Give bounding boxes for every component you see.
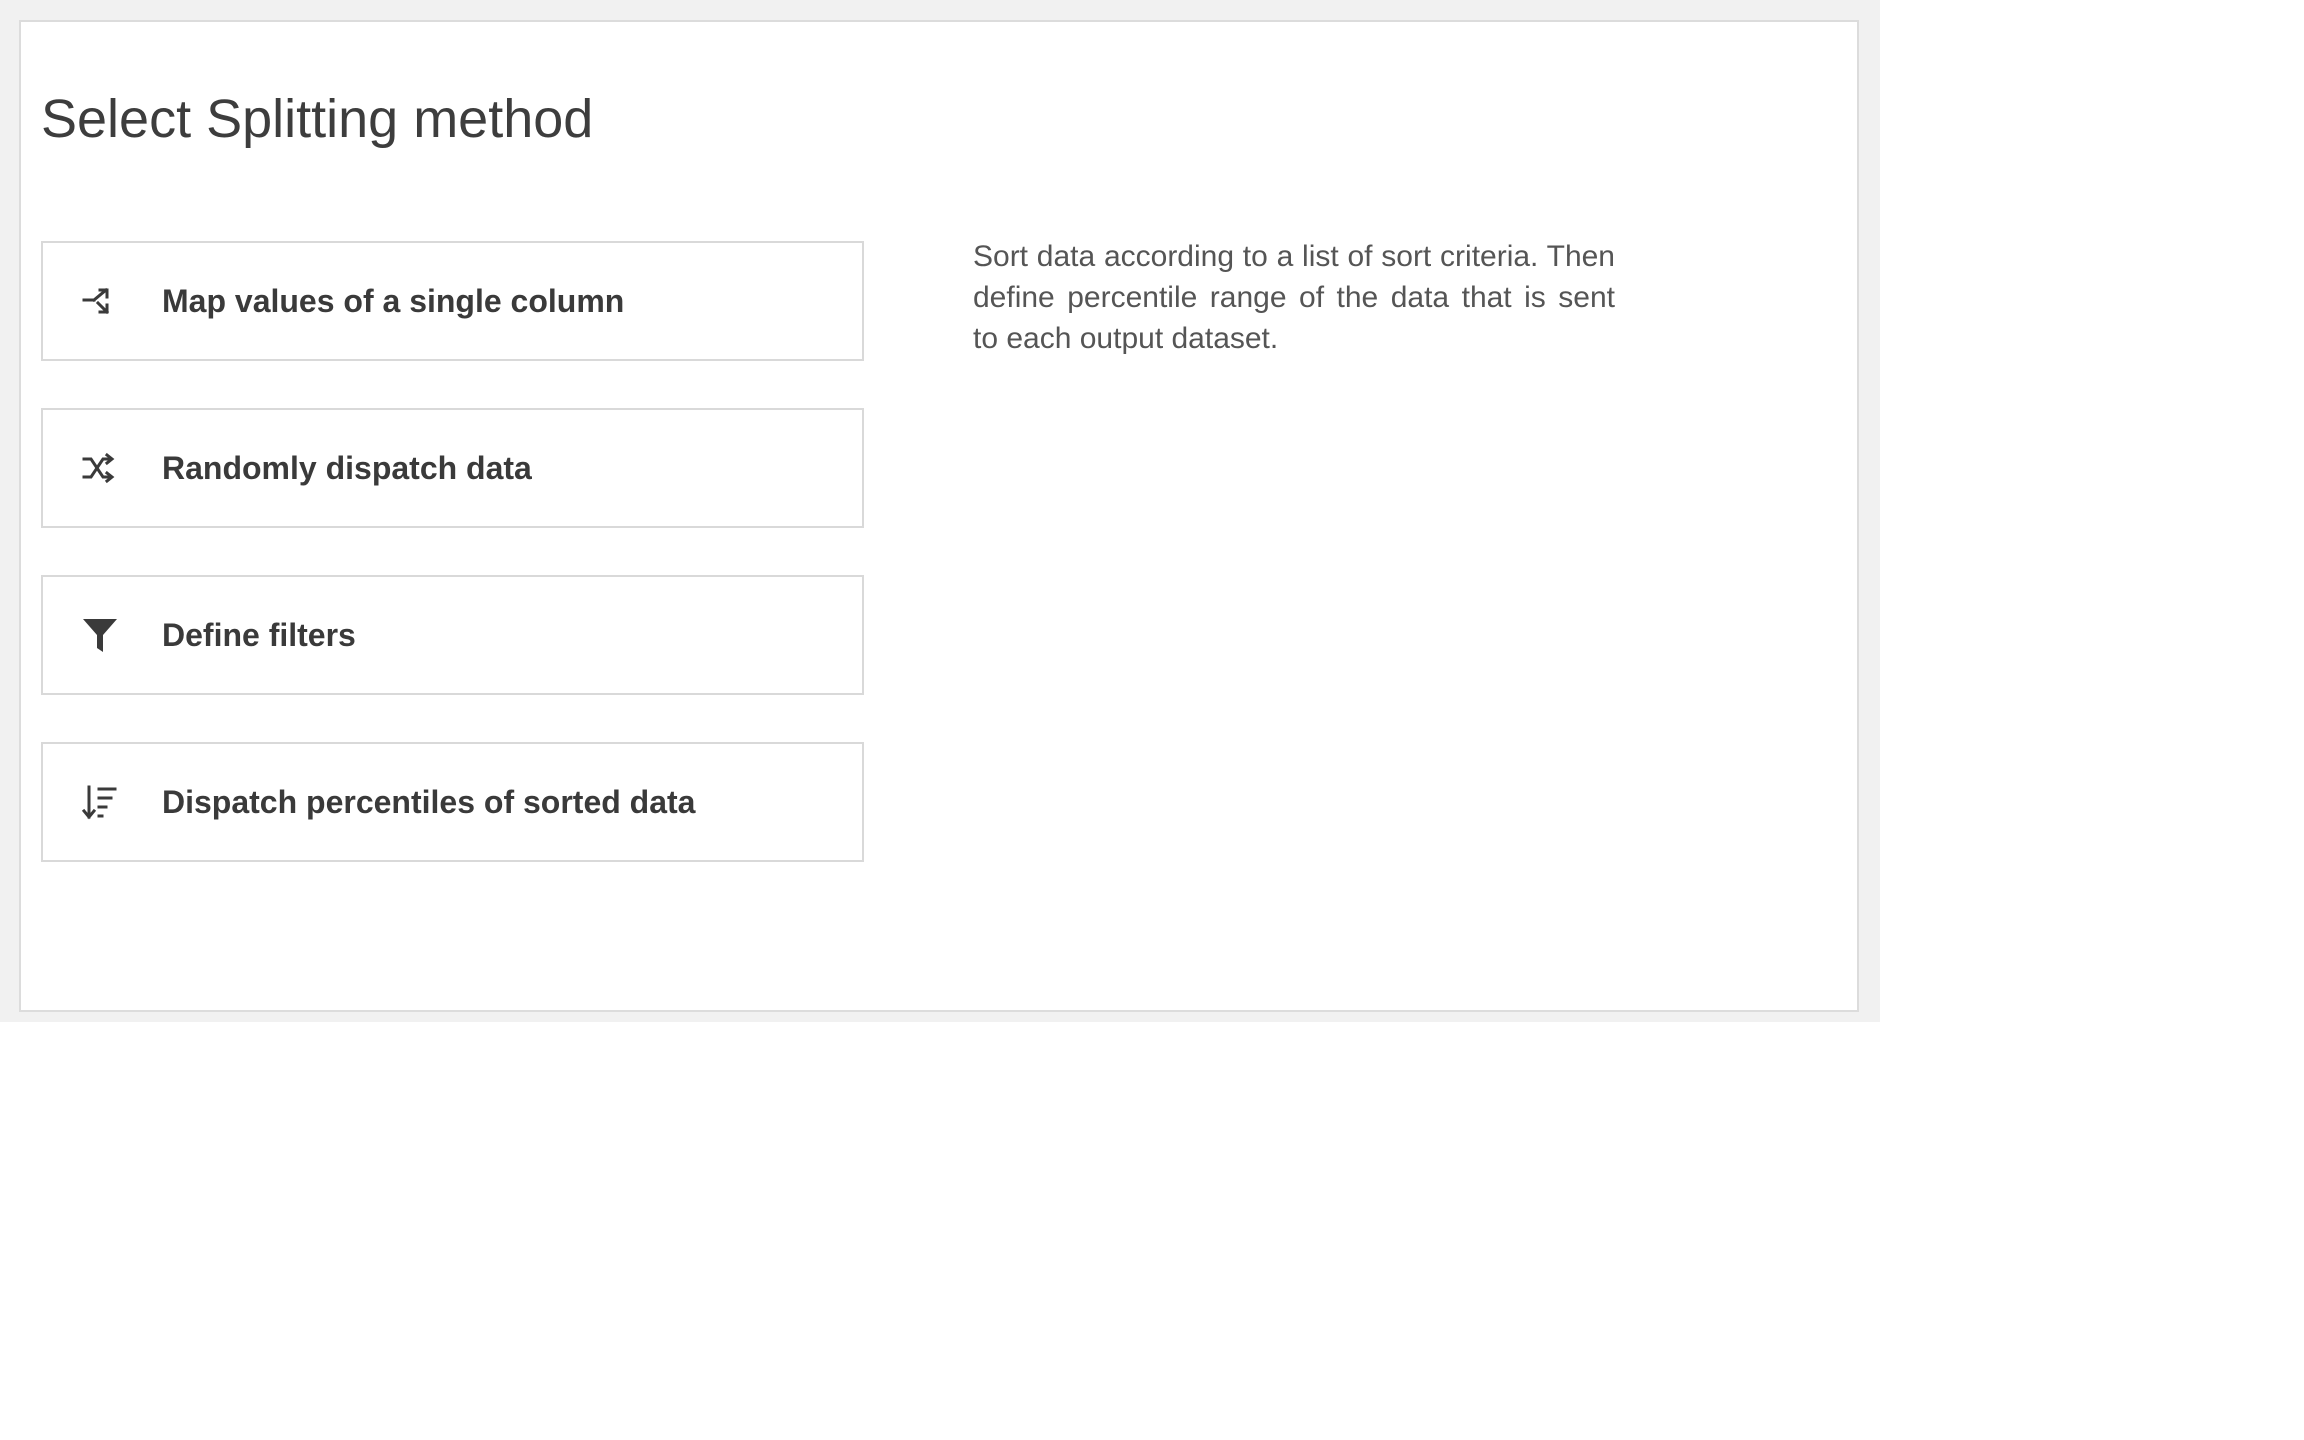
shuffle-icon — [81, 450, 119, 488]
page-title: Select Splitting method — [41, 89, 594, 149]
option-label: Dispatch percentiles of sorted data — [162, 784, 696, 820]
option-label: Randomly dispatch data — [162, 450, 532, 486]
map-values-icon — [81, 283, 119, 321]
option-define-filters[interactable]: Define filters — [41, 575, 864, 695]
method-description: Sort data according to a list of sort cr… — [973, 240, 1615, 355]
sort-icon — [81, 784, 119, 822]
option-label: Define filters — [162, 617, 356, 653]
option-label: Map values of a single column — [162, 283, 625, 319]
filter-icon — [81, 617, 119, 655]
option-random-dispatch[interactable]: Randomly dispatch data — [41, 408, 864, 528]
option-dispatch-percentiles[interactable]: Dispatch percentiles of sorted data — [41, 742, 864, 862]
option-map-values[interactable]: Map values of a single column — [41, 241, 864, 361]
